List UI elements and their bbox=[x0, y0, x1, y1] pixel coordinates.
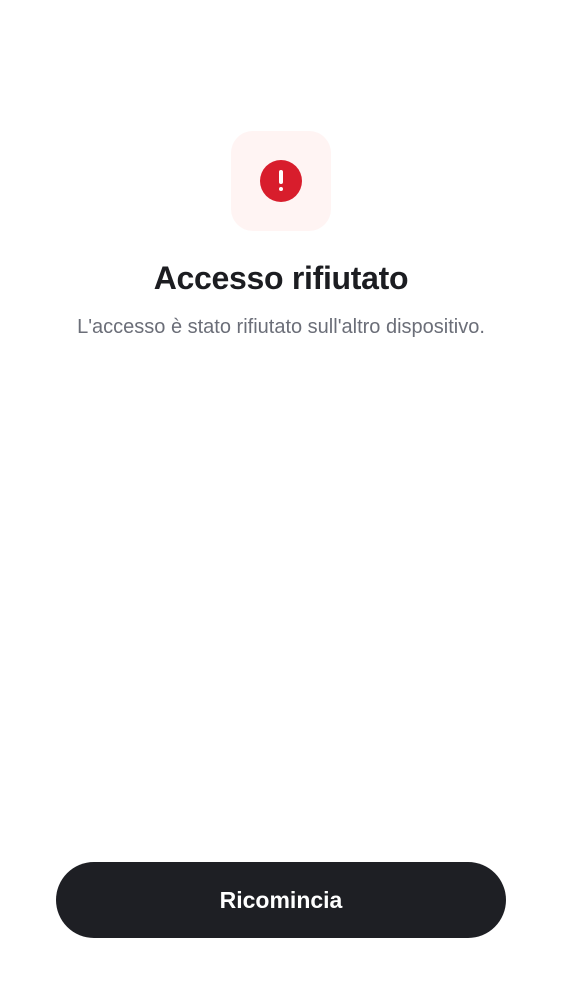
status-icon-tile bbox=[231, 131, 331, 231]
page-title: Accesso rifiutato bbox=[153, 260, 409, 296]
alert-exclamation-icon bbox=[260, 160, 302, 202]
status-message: L'accesso è stato rifiutato sull'altro d… bbox=[77, 316, 485, 338]
restart-button[interactable]: Ricomincia bbox=[56, 862, 506, 938]
access-denied-screen: Accesso rifiutato L'accesso è stato rifi… bbox=[0, 0, 562, 1000]
